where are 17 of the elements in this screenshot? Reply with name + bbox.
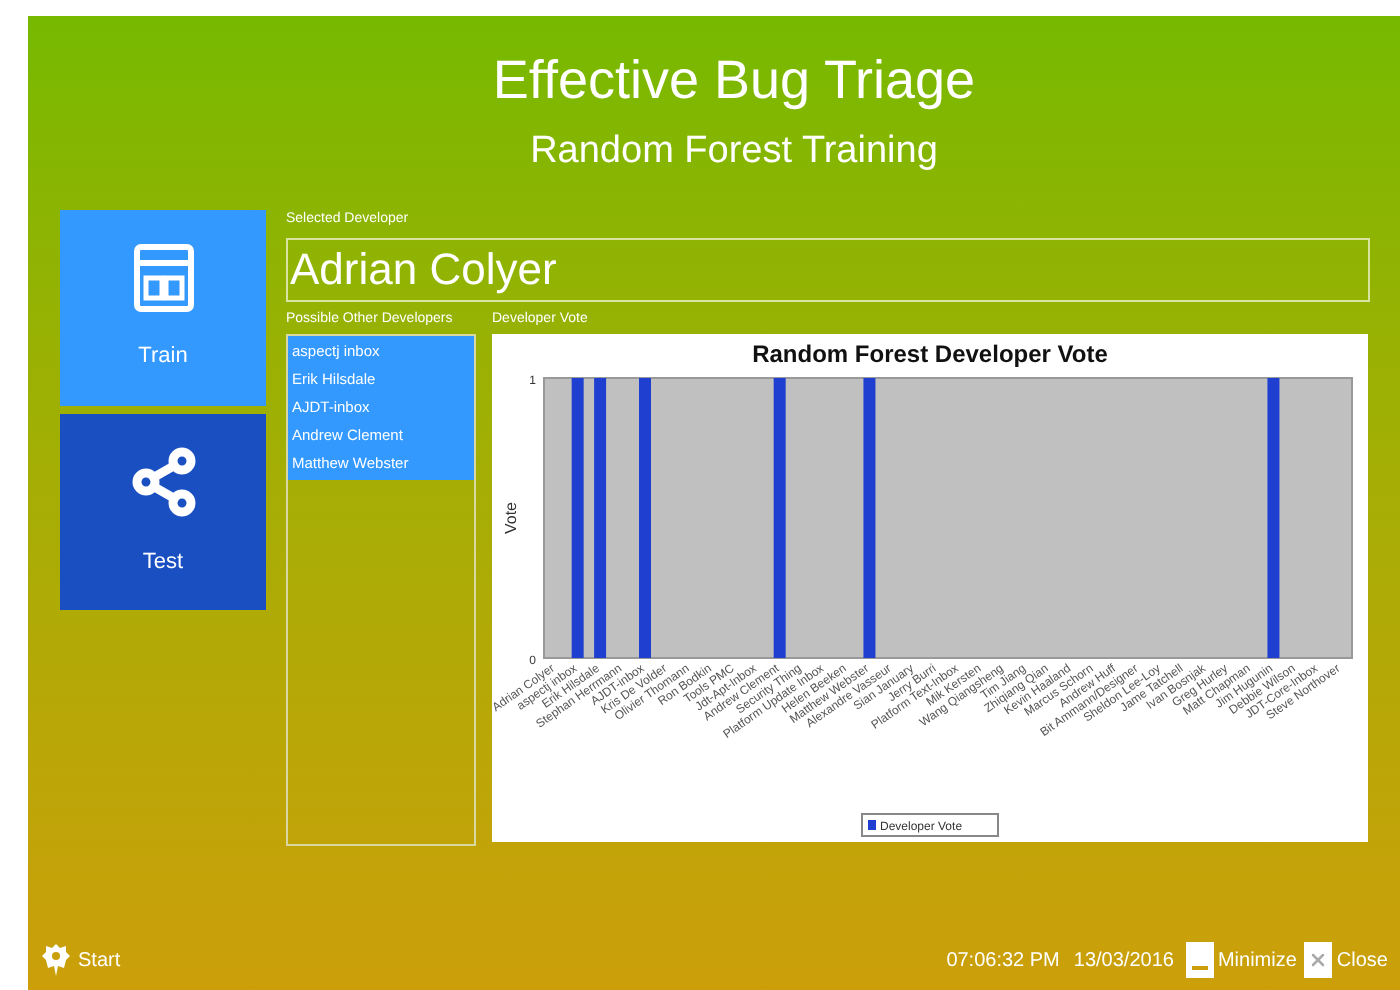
page-subtitle: Random Forest Training	[528, 128, 940, 176]
layout-icon	[133, 243, 193, 312]
y-axis-label: Vote	[502, 502, 520, 534]
close-icon	[1304, 942, 1333, 978]
clock-time: 07:06:32 PM	[946, 947, 1060, 975]
clock-date: 13/03/2016	[1073, 947, 1174, 975]
chart-title: Random Forest Developer Vote	[752, 340, 1108, 368]
start-label[interactable]: Start	[78, 945, 121, 975]
nav-tile[interactable]: Train	[60, 210, 266, 406]
share-icon	[127, 445, 199, 518]
developer-field[interactable]: Adrian Colyer	[286, 238, 1370, 302]
start-icon[interactable]	[40, 942, 72, 978]
close-button[interactable]: Close	[1304, 942, 1388, 978]
nav-tile[interactable]: Test	[60, 414, 266, 610]
minimize-icon	[1185, 942, 1214, 978]
app-title: Effective Bug Triage	[490, 48, 978, 114]
minimize-button[interactable]: Minimize	[1185, 942, 1297, 978]
